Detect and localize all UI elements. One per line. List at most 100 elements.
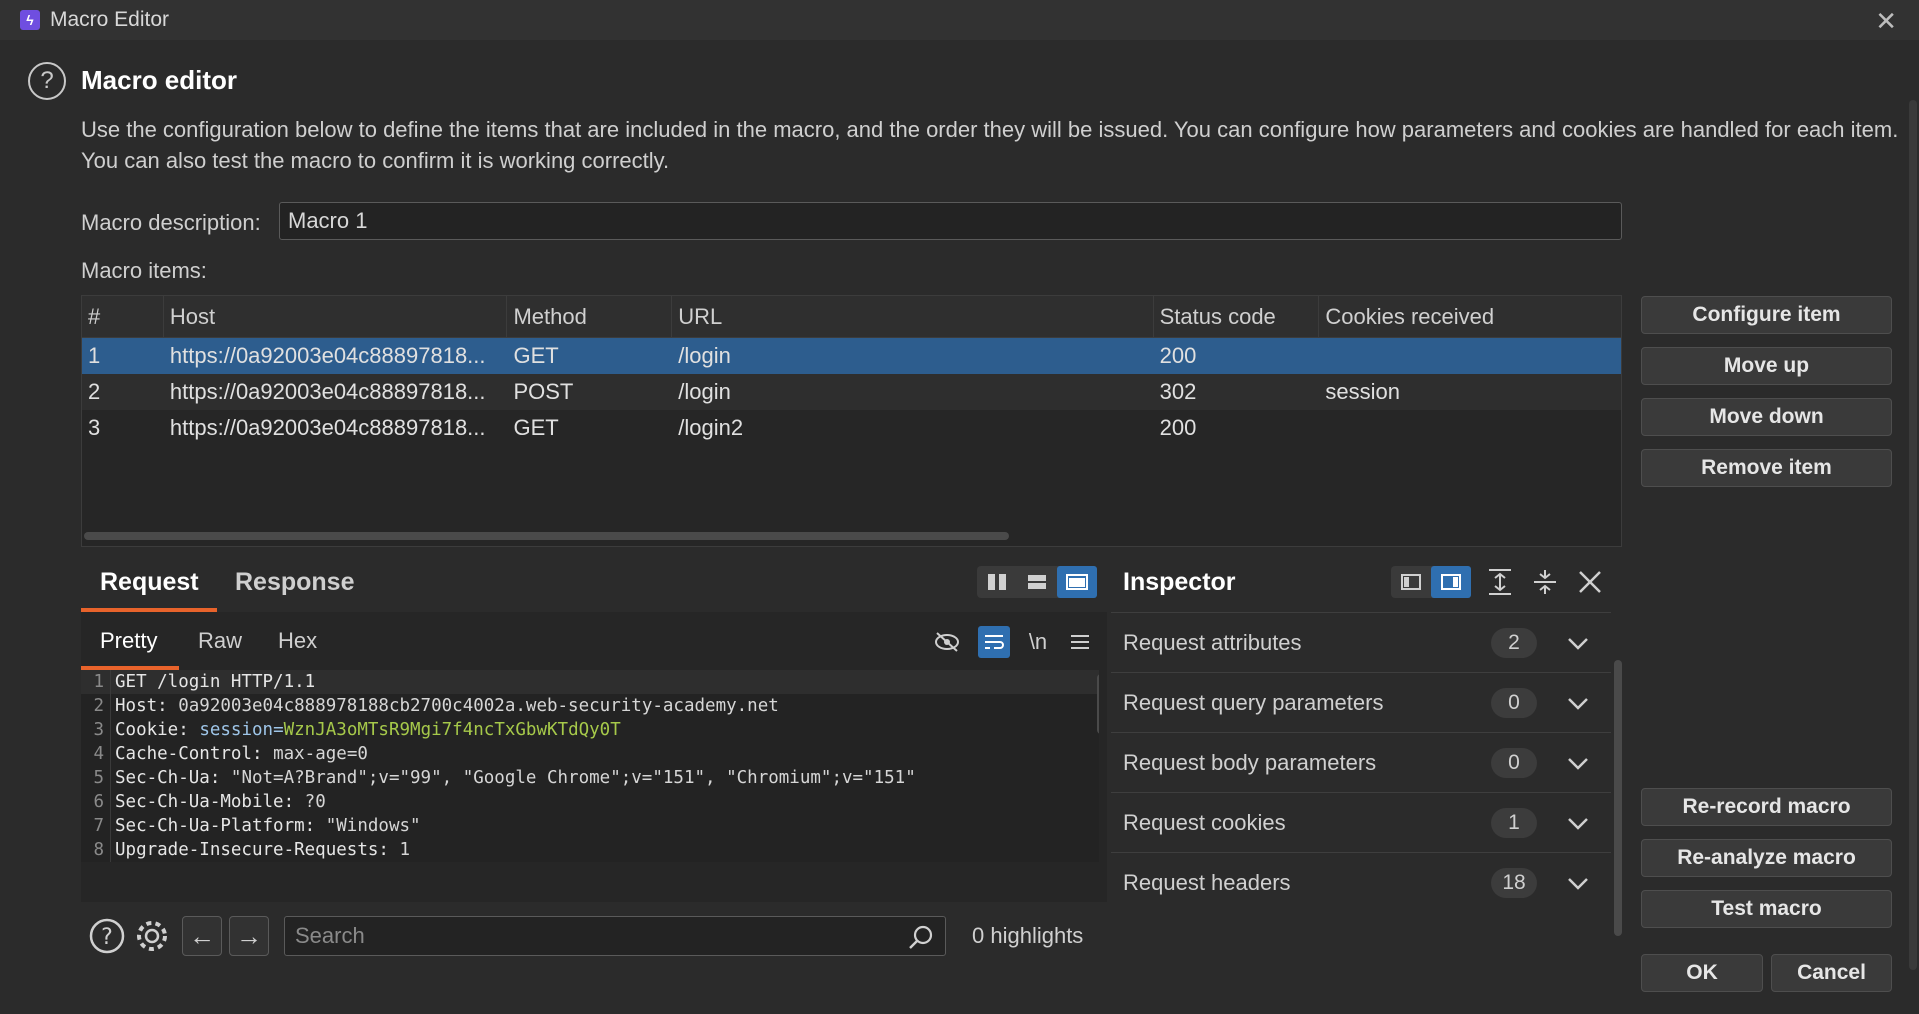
inspector-row-query-parameters[interactable]: Request query parameters 0	[1111, 672, 1611, 732]
reanalyze-macro-button[interactable]: Re-analyze macro	[1641, 839, 1892, 877]
table-horizontal-scrollbar[interactable]	[84, 532, 1009, 540]
macro-items-label: Macro items:	[81, 258, 207, 283]
layout-toggle-group	[977, 566, 1097, 598]
cell-method: GET	[513, 343, 559, 368]
code-line: 1 GET /login HTTP/1.1	[81, 670, 1099, 694]
column-header-status[interactable]: Status code	[1154, 296, 1320, 337]
column-header-index[interactable]: #	[82, 296, 164, 337]
move-up-button[interactable]: Move up	[1641, 347, 1892, 385]
line-number: 5	[81, 766, 111, 790]
inspector-row-label: Request headers	[1123, 870, 1291, 895]
cell-method: POST	[513, 379, 574, 404]
newline-toggle-icon[interactable]: \n	[1022, 626, 1054, 658]
word-wrap-icon[interactable]	[978, 626, 1010, 658]
tabs-layout-icon[interactable]	[1057, 566, 1097, 598]
cell-index: 1	[88, 343, 101, 368]
request-editor[interactable]: 1 GET /login HTTP/1.1 2 Host: 0a92003e04…	[81, 670, 1099, 862]
expand-all-icon[interactable]	[1484, 566, 1516, 598]
inspector-panel: Inspector Request attributes 2 Request q…	[1111, 552, 1622, 969]
chevron-down-icon	[1568, 758, 1588, 770]
cell-cookies	[1319, 338, 1621, 374]
inspector-scrollbar[interactable]	[1614, 660, 1622, 936]
subtab-pretty[interactable]: Pretty	[100, 612, 157, 670]
code-line: 2 Host: 0a92003e04c888978188cb2700c4002a…	[81, 694, 1099, 718]
search-bar: ? ← → 0 highlights	[81, 902, 1107, 969]
count-badge: 18	[1491, 868, 1537, 898]
chevron-down-icon	[1568, 878, 1588, 890]
help-icon[interactable]: ?	[28, 62, 66, 100]
code-line: 5 Sec-Ch-Ua: "Not=A?Brand";v="99", "Goog…	[81, 766, 1099, 790]
line-number: 3	[81, 718, 111, 742]
svg-text:?: ?	[101, 925, 113, 950]
move-down-button[interactable]: Move down	[1641, 398, 1892, 436]
column-header-method[interactable]: Method	[507, 296, 673, 337]
inspector-left-layout-icon[interactable]	[1391, 566, 1431, 598]
line-number: 1	[81, 670, 111, 694]
inspector-layout-toggle	[1391, 566, 1471, 598]
split-horizontal-icon[interactable]	[977, 566, 1017, 598]
settings-gear-icon[interactable]	[132, 916, 172, 956]
subtab-hex[interactable]: Hex	[278, 612, 317, 670]
inspector-row-request-headers[interactable]: Request headers 18	[1111, 852, 1611, 912]
macro-description-input[interactable]	[279, 202, 1622, 240]
header-key: Sec-Ch-Ua:	[115, 768, 221, 788]
table-row[interactable]: 1 https://0a92003e04c88897818... GET /lo…	[82, 338, 1621, 374]
cell-host: https://0a92003e04c88897818...	[169, 343, 486, 368]
inspector-right-layout-icon[interactable]	[1431, 566, 1471, 598]
page-description: Use the configuration below to define th…	[81, 117, 1899, 173]
cell-method: GET	[513, 415, 559, 440]
cell-index: 3	[88, 415, 101, 440]
configure-item-button[interactable]: Configure item	[1641, 296, 1892, 334]
hide-eye-icon[interactable]	[931, 626, 963, 658]
table-row[interactable]: 3 https://0a92003e04c88897818... GET /lo…	[82, 410, 1621, 446]
split-vertical-icon[interactable]	[1017, 566, 1057, 598]
line-number: 7	[81, 814, 111, 838]
menu-icon[interactable]	[1064, 626, 1096, 658]
count-badge: 2	[1491, 628, 1537, 658]
table-row[interactable]: 2 https://0a92003e04c88897818... POST /l…	[82, 374, 1621, 410]
window-close-icon[interactable]: ✕	[1875, 6, 1897, 37]
tab-request[interactable]: Request	[100, 552, 199, 612]
cell-url: /login	[678, 343, 731, 368]
help-icon[interactable]: ?	[87, 916, 127, 956]
cell-status: 200	[1159, 415, 1197, 440]
inspector-row-request-cookies[interactable]: Request cookies 1	[1111, 792, 1611, 852]
subtab-raw[interactable]: Raw	[198, 612, 242, 670]
header-value: "Windows"	[325, 816, 421, 836]
inspector-title: Inspector	[1123, 568, 1236, 596]
editor-vertical-scrollbar[interactable]	[1097, 674, 1099, 734]
search-input[interactable]	[284, 916, 946, 956]
tab-response[interactable]: Response	[235, 552, 354, 612]
column-header-host[interactable]: Host	[164, 296, 508, 337]
code-line: 7 Sec-Ch-Ua-Platform: "Windows"	[81, 814, 1099, 838]
inspector-row-label: Request body parameters	[1123, 750, 1377, 775]
test-macro-button[interactable]: Test macro	[1641, 890, 1892, 928]
highlights-count: 0 highlights	[972, 923, 1084, 948]
macro-items-table: # Host Method URL Status code Cookies re…	[81, 295, 1622, 547]
collapse-all-icon[interactable]	[1529, 566, 1561, 598]
close-inspector-icon[interactable]	[1574, 566, 1606, 598]
ok-button[interactable]: OK	[1641, 954, 1763, 992]
code-line: 8 Upgrade-Insecure-Requests: 1	[81, 838, 1099, 862]
format-subtabs: Pretty Raw Hex \n	[81, 612, 1107, 670]
inspector-row-label: Request cookies	[1123, 810, 1286, 835]
macro-editor-dialog: ? Macro editor Use the configuration bel…	[0, 40, 1919, 1014]
column-header-url[interactable]: URL	[672, 296, 1154, 337]
line-number: 2	[81, 694, 111, 718]
header-value: ?0	[304, 792, 326, 812]
inspector-row-body-parameters[interactable]: Request body parameters 0	[1111, 732, 1611, 792]
inspector-row-request-attributes[interactable]: Request attributes 2	[1111, 612, 1611, 672]
dialog-scrollbar[interactable]	[1909, 100, 1917, 970]
code-line: 4 Cache-Control: max-age=0	[81, 742, 1099, 766]
rerecord-macro-button[interactable]: Re-record macro	[1641, 788, 1892, 826]
count-badge: 0	[1491, 748, 1537, 778]
header-key: Sec-Ch-Ua-Platform:	[115, 816, 316, 836]
remove-item-button[interactable]: Remove item	[1641, 449, 1892, 487]
search-icon	[909, 925, 933, 949]
header-key: Sec-Ch-Ua-Mobile:	[115, 792, 295, 812]
next-match-icon[interactable]: →	[229, 916, 269, 956]
cancel-button[interactable]: Cancel	[1771, 954, 1892, 992]
cell-status: 302	[1159, 379, 1197, 404]
previous-match-icon[interactable]: ←	[182, 916, 222, 956]
column-header-cookies[interactable]: Cookies received	[1319, 296, 1621, 337]
